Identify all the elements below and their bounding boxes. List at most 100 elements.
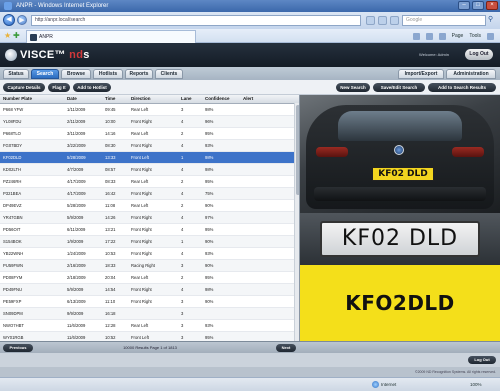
table-row[interactable]: PD08FYM 2/18/2009 20:04 Rear Left 2 95% [0, 271, 299, 284]
tab-hotlists[interactable]: Hotlists [93, 69, 123, 79]
minimize-icon[interactable]: – [458, 1, 470, 10]
add-favorite-icon[interactable]: ✚ [13, 31, 20, 41]
feeds-button[interactable] [425, 31, 433, 41]
col-direction[interactable]: Direction [128, 95, 178, 104]
table-cell [240, 247, 299, 260]
col-date[interactable]: Date [64, 95, 102, 104]
table-cell: 5/28/2009 [64, 151, 102, 164]
footer-logout-button[interactable]: Log Out [468, 356, 496, 364]
browser-tab[interactable]: ANPR [26, 30, 196, 43]
add-to-search-results-button[interactable]: Add to Search Results [428, 83, 496, 92]
col-number-plate[interactable]: Number Plate [0, 95, 64, 104]
table-row[interactable]: PZ246RH 4/17/2009 08:33 Rear Left 2 95% [0, 175, 299, 188]
table-row[interactable]: WY01RGB 11/6/2009 10:52 Front Left 3 95% [0, 331, 299, 341]
tab-browse[interactable]: Browse [61, 69, 91, 79]
forward-button[interactable]: ▶ [17, 15, 27, 25]
table-cell: 97% [202, 211, 240, 224]
table-row[interactable]: P668 YFW 1/11/2009 09:45 Rear Left 3 98% [0, 103, 299, 116]
table-cell: Racing Right [128, 259, 178, 272]
table-cell: 10:00 [102, 115, 128, 128]
table-row[interactable]: PU59FWN 2/16/2009 18:33 Racing Right 3 90% [0, 259, 299, 272]
table-cell: S154BOK [0, 235, 64, 248]
print-icon [438, 32, 446, 40]
table-cell: 4 [178, 247, 202, 260]
plate-zoom-panel: KF02 DLD [300, 213, 500, 265]
back-button[interactable]: ◀ [3, 14, 15, 26]
table-cell: Front Right [128, 187, 178, 200]
home-button[interactable] [412, 31, 420, 41]
table-cell: 90% [202, 235, 240, 248]
table-row[interactable]: PD49FNU 5/9/2009 14:54 Front Right 4 98% [0, 283, 299, 296]
zoom-level[interactable]: 100% [470, 381, 482, 389]
page-menu[interactable]: Page [452, 31, 464, 41]
logout-button[interactable]: Log Out [465, 49, 493, 60]
vehicle-badge-icon [394, 145, 404, 155]
table-cell: PD08FYM [0, 271, 64, 284]
close-icon[interactable]: × [486, 1, 498, 10]
table-cell: 6/11/2009 [64, 223, 102, 236]
action-bar: Capture Details Flag It Add to Hotlist N… [0, 80, 500, 95]
help-button[interactable] [487, 31, 494, 41]
tab-import-export[interactable]: Import/Export [398, 69, 444, 79]
table-row[interactable]: YB22WNH 1/24/2009 10:53 Front Right 4 93% [0, 247, 299, 260]
previous-button[interactable]: Previous [3, 344, 33, 352]
tab-reports[interactable]: Reports [125, 69, 153, 79]
table-row[interactable]: PE59FXP 6/13/2009 11:10 Front Right 3 90% [0, 295, 299, 308]
table-cell: 98% [202, 151, 240, 164]
table-row[interactable]: SN09DPM 9/9/2009 16:18 3 [0, 307, 299, 320]
table-cell: Front Right [128, 163, 178, 176]
table-cell [240, 115, 299, 128]
table-row[interactable]: KD02LTH 4/7/2009 08:57 Front Right 4 98% [0, 163, 299, 176]
print-button[interactable] [438, 31, 446, 41]
table-cell [240, 295, 299, 308]
refresh-icon[interactable] [378, 16, 387, 25]
table-row[interactable]: DP49EVZ 5/28/2009 11:08 Rear Left 2 90% [0, 199, 299, 212]
tools-menu[interactable]: Tools [469, 31, 481, 41]
compat-view-icon[interactable] [366, 16, 375, 25]
stop-icon[interactable] [390, 16, 399, 25]
tab-administration[interactable]: Administration [446, 69, 496, 79]
table-row[interactable]: P668TLO 3/11/2009 14:16 Rear Left 2 95% [0, 127, 299, 140]
table-row[interactable]: S154BOK 1/9/2009 17:22 Front Right 1 90% [0, 235, 299, 248]
tab-status[interactable]: Status [3, 69, 29, 79]
favorites-icon[interactable]: ★ [4, 31, 11, 41]
table-cell: KD02LTH [0, 163, 64, 176]
search-input[interactable]: Google [402, 15, 486, 26]
flag-it-button[interactable]: Flag It [48, 83, 70, 92]
maximize-icon[interactable]: □ [472, 1, 484, 10]
col-alert[interactable]: Alert [240, 95, 299, 104]
table-cell: 2/11/2009 [64, 115, 102, 128]
window-controls: – □ × [458, 1, 498, 10]
add-to-hotlist-button[interactable]: Add to Hotlist [73, 83, 111, 92]
new-search-button[interactable]: New Search [336, 83, 370, 92]
search-icon[interactable]: ⚲ [488, 16, 497, 25]
table-row[interactable]: YR47GBN 5/9/2009 14:26 Front Right 4 97% [0, 211, 299, 224]
ocr-readout: KFO2DLD [300, 265, 500, 341]
col-lane[interactable]: Lane [178, 95, 202, 104]
table-cell: 08:30 [102, 139, 128, 152]
table-cell: 98% [202, 103, 240, 116]
browser-window: ANPR - Windows Internet Explorer – □ × ◀… [0, 0, 500, 391]
table-cell: 98% [202, 163, 240, 176]
col-confidence[interactable]: Confidence [202, 95, 240, 104]
capture-details-button[interactable]: Capture Details [3, 83, 45, 92]
tab-clients[interactable]: Clients [155, 69, 183, 79]
table-cell: 14:16 [102, 127, 128, 140]
table-row[interactable]: NWO7HBT 11/6/2009 12:28 Rear Left 3 93% [0, 319, 299, 332]
table-row[interactable]: YL08FDU 2/11/2009 10:00 Front Right 4 96% [0, 115, 299, 128]
table-cell: 16:42 [102, 187, 128, 200]
table-row[interactable]: KF02DLD 5/28/2009 13:33 Front Left 1 98% [0, 151, 299, 164]
table-row[interactable]: FG07BDY 3/22/2009 08:30 Front Right 4 93% [0, 139, 299, 152]
table-cell: 13:21 [102, 223, 128, 236]
tab-search[interactable]: Search [31, 69, 59, 79]
table-cell: Rear Left [128, 175, 178, 188]
table-row[interactable]: PD56OIT 6/11/2009 13:21 Front Right 4 95% [0, 223, 299, 236]
table-cell: 11:08 [102, 199, 128, 212]
col-time[interactable]: Time [102, 95, 128, 104]
table-cell: Rear Left [128, 103, 178, 116]
table-row[interactable]: P321BEA 4/17/2009 16:42 Front Right 4 75% [0, 187, 299, 200]
next-button[interactable]: Next [276, 344, 296, 352]
save-edit-search-button[interactable]: Save/Edit Search [373, 83, 425, 92]
address-input[interactable]: http://anpr.local/search [31, 15, 361, 26]
zone-label: Internet [381, 382, 397, 387]
